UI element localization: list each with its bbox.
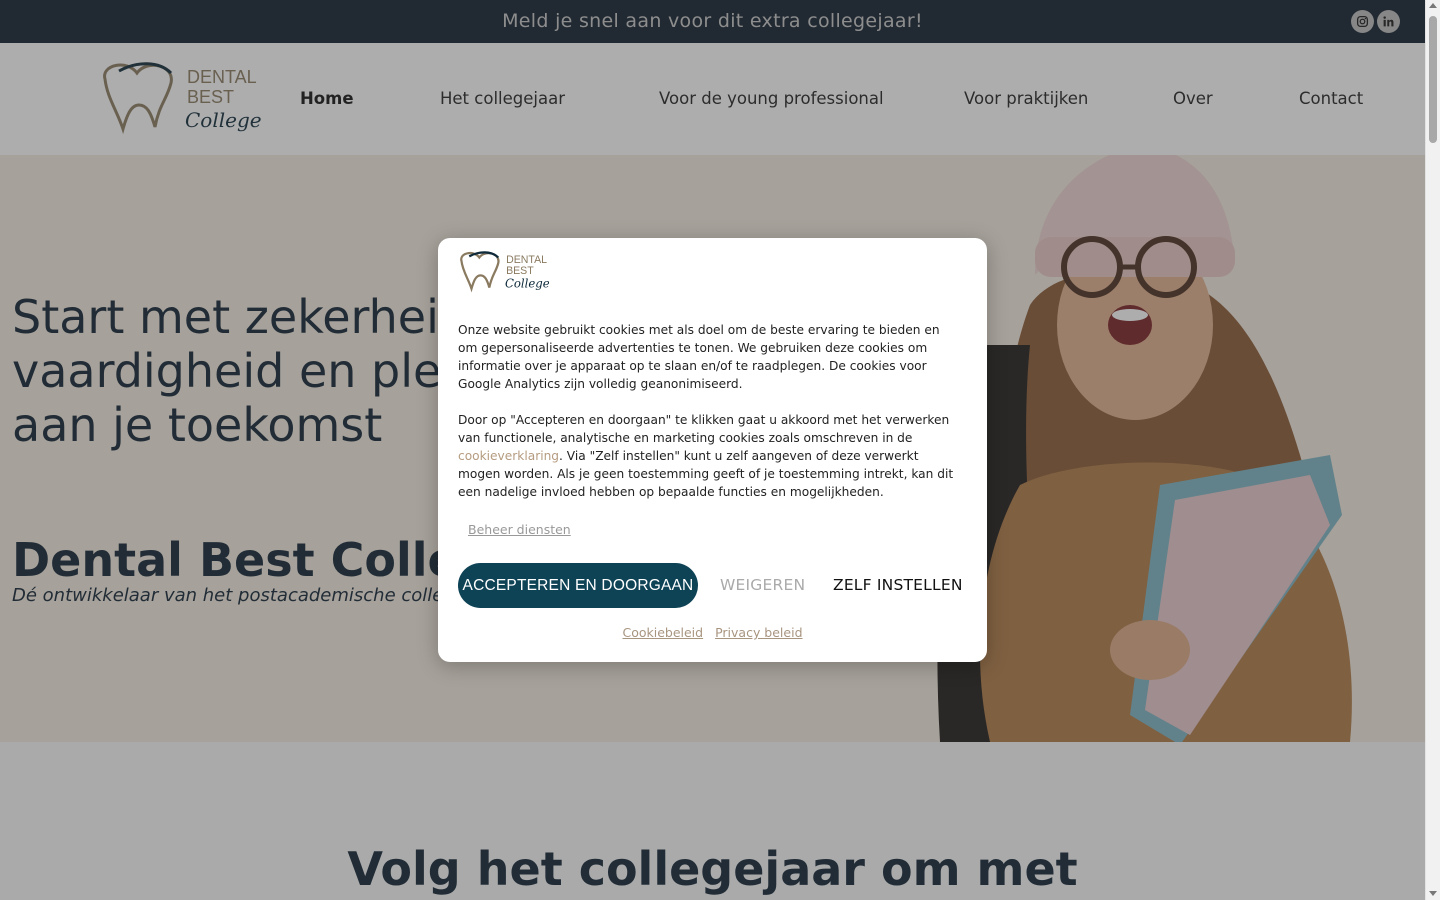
- scroll-up-arrow-icon[interactable]: [1429, 3, 1437, 8]
- page: Meld je snel aan voor dit extra collegej…: [0, 0, 1425, 900]
- page-scrollbar[interactable]: [1425, 0, 1440, 900]
- policy-links: Cookiebeleid Privacy beleid: [438, 625, 987, 640]
- modal-logo-icon: DENTAL BEST College: [460, 251, 549, 293]
- manage-services-link[interactable]: Beheer diensten: [468, 522, 571, 537]
- scroll-thumb[interactable]: [1429, 16, 1437, 143]
- modal-logo-text-best: BEST: [506, 265, 534, 277]
- cookie-consent-dialog: DENTAL BEST College Onze website gebruik…: [438, 238, 987, 662]
- modal-logo-text-dental: DENTAL: [506, 254, 547, 266]
- cookie-paragraph-1: Onze website gebruikt cookies met als do…: [458, 323, 940, 391]
- cookie-description: Onze website gebruikt cookies met als do…: [458, 321, 958, 501]
- modal-logo-text-college: College: [505, 277, 549, 291]
- cookie-paragraph-2-start: Door op "Accepteren en doorgaan" te klik…: [458, 413, 950, 445]
- scroll-down-arrow-icon[interactable]: [1429, 891, 1437, 896]
- privacy-policy-link[interactable]: Privacy beleid: [715, 625, 802, 640]
- cookie-paragraph-2: Door op "Accepteren en doorgaan" te klik…: [458, 411, 958, 501]
- cookie-policy-link[interactable]: Cookiebeleid: [622, 625, 703, 640]
- accept-button[interactable]: ACCEPTEREN EN DOORGAAN: [458, 563, 698, 608]
- cookieverklaring-link[interactable]: cookieverklaring: [458, 449, 559, 463]
- deny-button[interactable]: WEIGEREN: [720, 576, 805, 594]
- customize-button[interactable]: ZELF INSTELLEN: [833, 576, 963, 594]
